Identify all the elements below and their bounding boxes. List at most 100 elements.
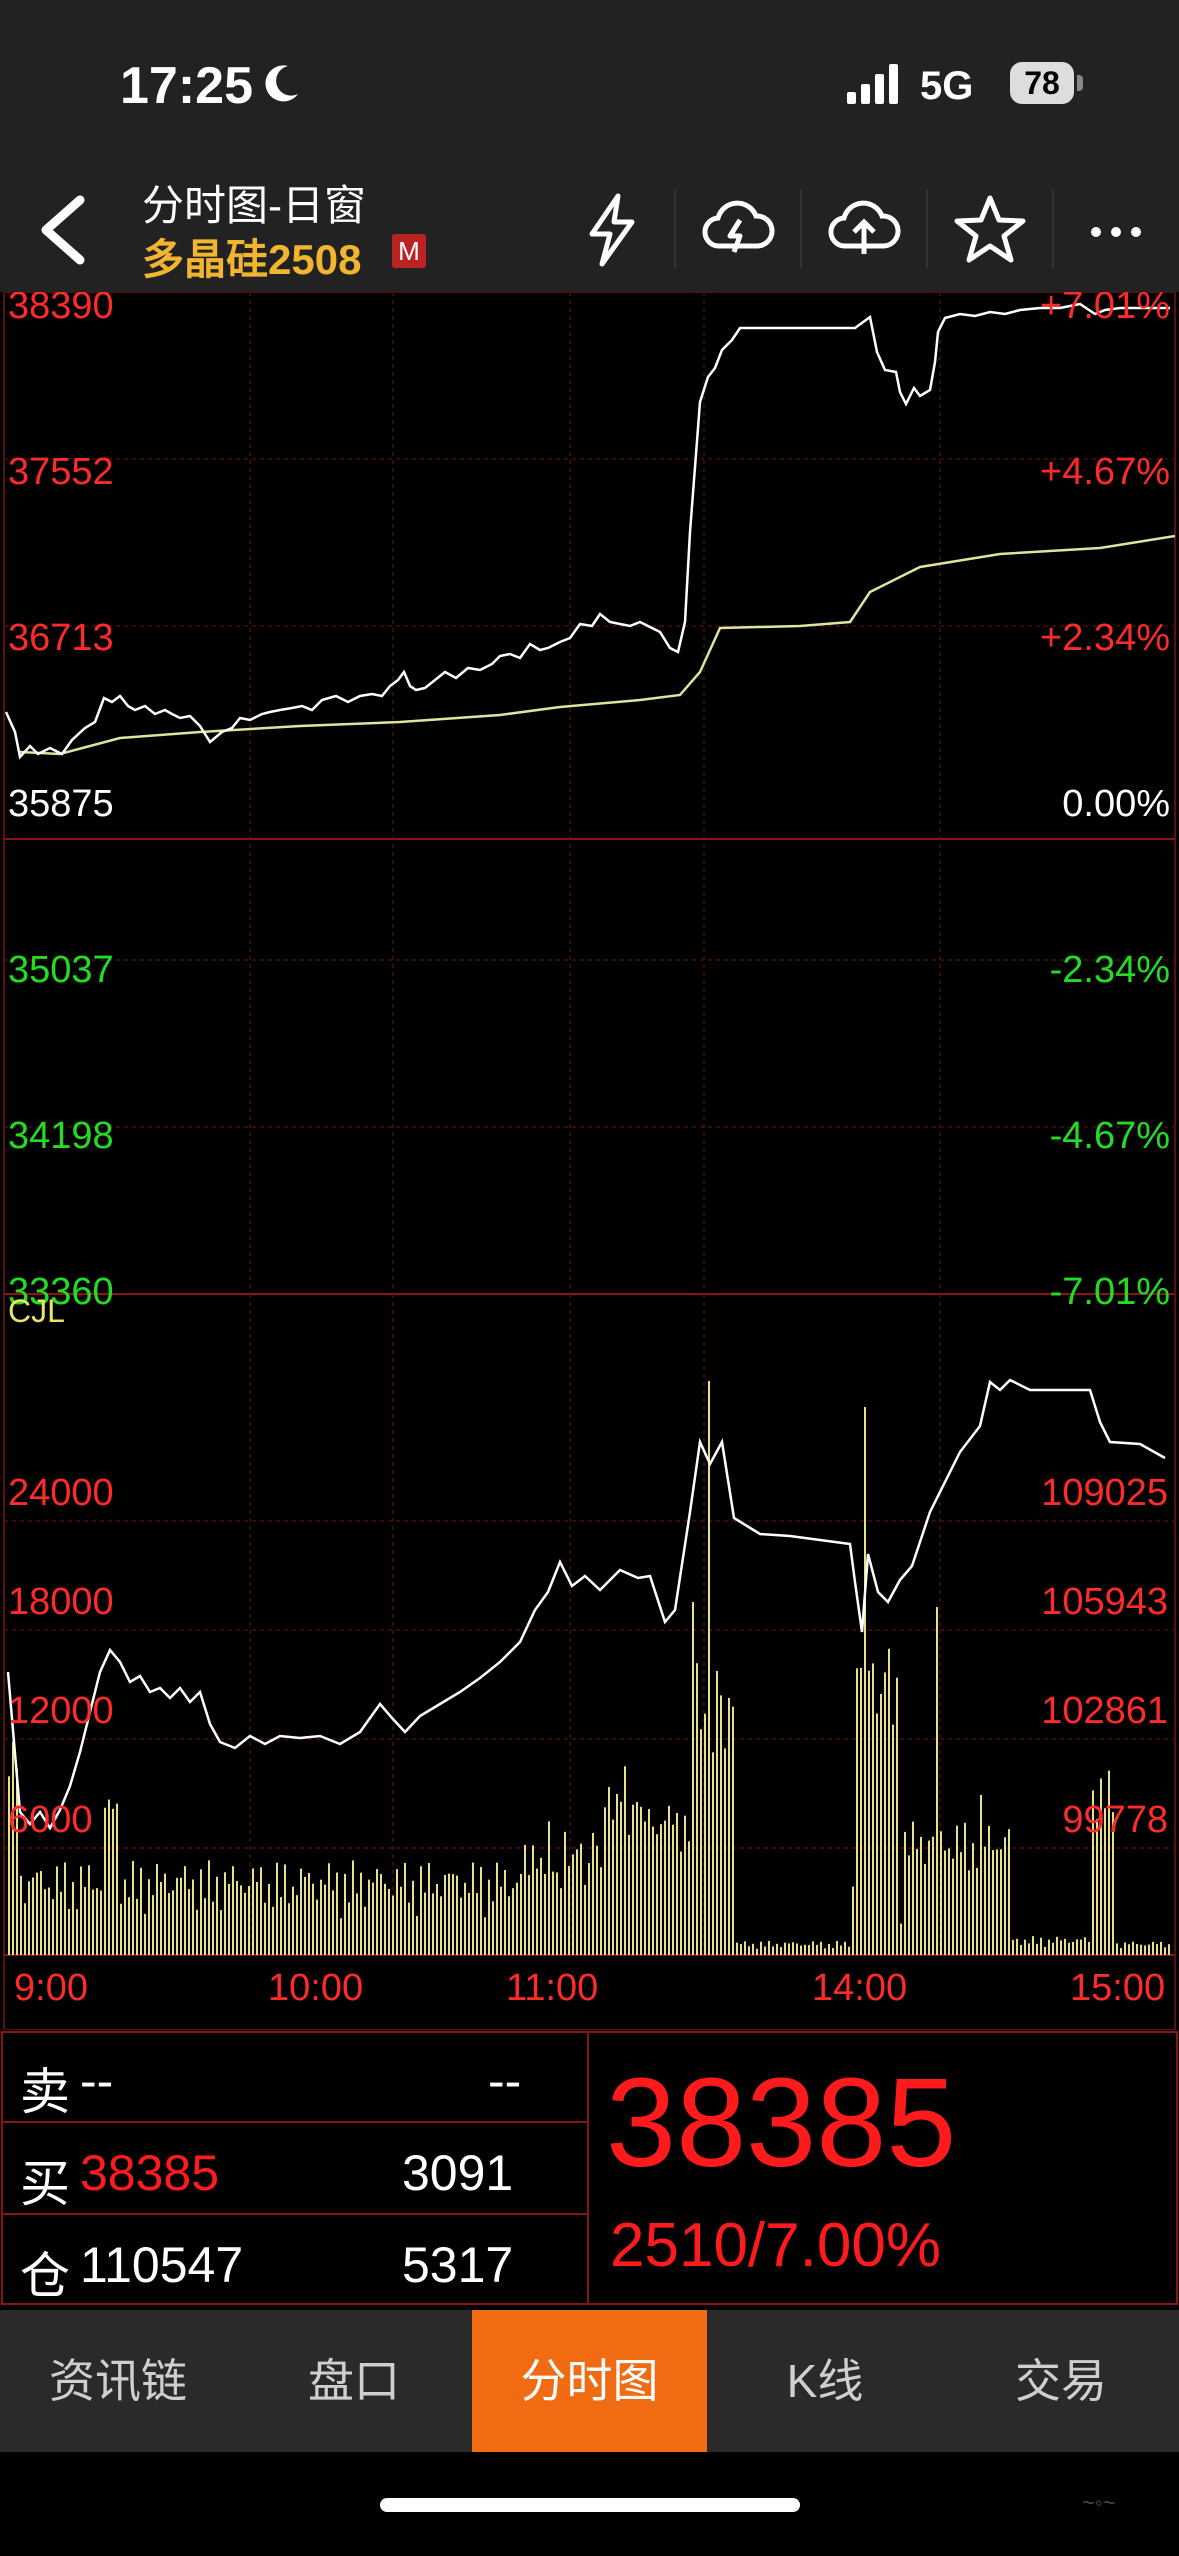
volume-bar [888, 1648, 890, 1955]
volume-bar [224, 1872, 226, 1955]
volume-bar [460, 1897, 462, 1955]
volume-bar [92, 1889, 94, 1955]
open-interest-label: 109025 [1041, 1472, 1168, 1514]
tab-trade[interactable]: 交易 [943, 2310, 1179, 2452]
volume-bar [676, 1813, 678, 1955]
volume-bar [1028, 1943, 1030, 1955]
volume-bar [356, 1893, 358, 1955]
volume-bar [336, 1872, 338, 1955]
back-icon[interactable] [28, 190, 98, 270]
volume-bar [1044, 1946, 1046, 1955]
tab-intraday[interactable]: 分时图 [472, 2310, 707, 2452]
volume-bar [576, 1849, 578, 1955]
tab-order-book[interactable]: 盘口 [236, 2310, 472, 2452]
volume-bar [680, 1851, 682, 1955]
volume-bar [664, 1820, 666, 1955]
tab-kline[interactable]: K线 [707, 2310, 943, 2452]
open-interest-label: 99778 [1062, 1799, 1168, 1841]
volume-bar [1116, 1943, 1118, 1955]
volume-bar [552, 1871, 554, 1955]
more-icon[interactable] [1076, 190, 1156, 270]
nav-divider [800, 190, 802, 268]
volume-bar [488, 1879, 490, 1955]
volume-bar [688, 1841, 690, 1955]
volume-bar [508, 1896, 510, 1955]
volume-bar [596, 1845, 598, 1955]
volume-bar [388, 1889, 390, 1955]
volume-bar [72, 1882, 74, 1955]
volume-bar [896, 1677, 898, 1955]
volume-bar [228, 1883, 230, 1955]
volume-bar [996, 1849, 998, 1955]
symbol-name[interactable]: 多晶硅2508 [142, 226, 361, 287]
chart-canvas[interactable]: 38390 +7.01% 37552 +4.67% 36713 +2.34% 35875 0.… [0, 292, 1179, 2030]
volume-bar [480, 1867, 482, 1955]
volume-bar [1052, 1942, 1054, 1955]
volume-bar [580, 1843, 582, 1955]
volume-bar [624, 1766, 626, 1955]
volume-bar [748, 1946, 750, 1955]
time-label: 15:00 [1070, 1967, 1165, 2009]
cloud-lightning-icon[interactable] [698, 190, 778, 270]
volume-bar [944, 1850, 946, 1955]
volume-bar [704, 1713, 706, 1955]
volume-bar [808, 1945, 810, 1955]
time-label: 11:00 [506, 1967, 598, 2009]
open-interest-line [6, 1378, 1166, 1831]
volume-bar [416, 1915, 418, 1955]
volume-bar [780, 1947, 782, 1955]
volume-bar [348, 1902, 350, 1955]
volume-bar [1036, 1943, 1038, 1955]
volume-bar [116, 1803, 118, 1955]
volume-bar [636, 1801, 638, 1955]
volume-bar [764, 1946, 766, 1955]
volume-bar [440, 1896, 442, 1955]
volume-bar [660, 1824, 662, 1955]
bid-label: 买 [20, 2156, 70, 2212]
volume-bar [300, 1868, 302, 1955]
volume-bar [976, 1867, 978, 1955]
volume-bar [1004, 1837, 1006, 1955]
star-icon[interactable] [950, 190, 1030, 270]
tab-news-chain[interactable]: 资讯链 [0, 2310, 236, 2452]
volume-bar [520, 1873, 522, 1955]
volume-bar [600, 1867, 602, 1955]
volume-bar [132, 1861, 134, 1955]
volume-bar [564, 1831, 566, 1955]
volume-bar [876, 1713, 878, 1955]
open-interest-value: 110547 [80, 2237, 244, 2293]
volume-bar [88, 1865, 90, 1955]
volume-bar [380, 1874, 382, 1955]
volume-bar [404, 1862, 406, 1955]
home-indicator[interactable] [380, 2498, 800, 2512]
volume-bar [736, 1942, 738, 1955]
volume-bar [140, 1867, 142, 1955]
volume-bar [500, 1886, 502, 1955]
volume-bar [124, 1879, 126, 1955]
volume-bar [24, 1903, 26, 1955]
volume-bar [52, 1899, 54, 1955]
price-label: 34198 [8, 1115, 114, 1157]
header-bar: 分时图-日窗 多晶硅2508 M [0, 160, 1179, 292]
volume-bar [192, 1879, 194, 1955]
cloud-upload-icon[interactable] [824, 190, 904, 270]
intraday-chart[interactable]: 38390 +7.01% 37552 +4.67% 36713 +2.34% 35875 0.… [0, 292, 1179, 2030]
volume-bar [152, 1895, 154, 1955]
volume-bar [448, 1873, 450, 1955]
volume-bar [816, 1944, 818, 1955]
volume-bar [756, 1948, 758, 1955]
volume-bar [960, 1852, 962, 1955]
volume-bar [1136, 1943, 1138, 1955]
volume-bar [932, 1836, 934, 1955]
volume-bar [12, 1741, 14, 1955]
volume-bar [1060, 1940, 1062, 1955]
volume-bar [1040, 1937, 1042, 1955]
volume-bar [640, 1806, 642, 1955]
battery-nub [1077, 75, 1083, 91]
volume-bar [160, 1881, 162, 1955]
lightning-icon[interactable] [572, 190, 652, 270]
volume-bar [720, 1695, 722, 1955]
volume-bar [372, 1882, 374, 1955]
volume-bar [384, 1883, 386, 1955]
volume-bar [1156, 1944, 1158, 1955]
